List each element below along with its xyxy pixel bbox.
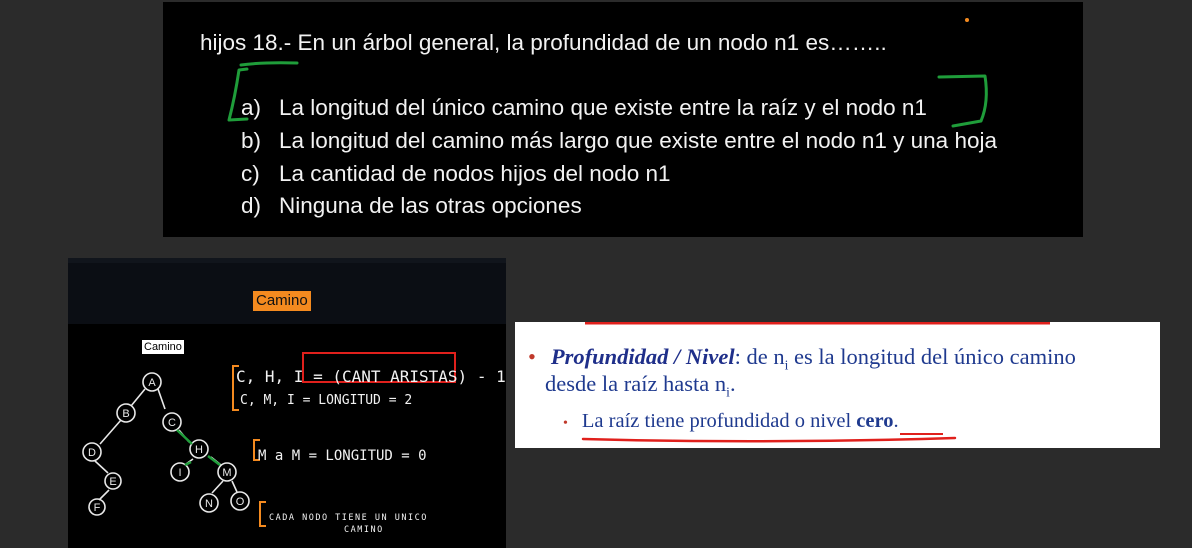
node-label: I <box>178 467 181 479</box>
camino-drawing: A B C D E F H I M N O C, H, I = (CANT AR… <box>82 352 506 535</box>
right-bracket-mark <box>937 74 988 128</box>
node-label: C <box>168 417 176 429</box>
tree-diagram <box>82 372 250 516</box>
node-label: N <box>205 498 213 510</box>
underline-mark <box>239 61 299 67</box>
handwritten-notes: C, H, I = (CANT ARISTAS) - 1 C, M, I = L… <box>236 367 506 535</box>
definition-text: de n <box>740 344 785 369</box>
note-line-5: CAMINO <box>344 525 384 535</box>
question-panel: hijos 18.- En un árbol general, la profu… <box>163 2 1083 237</box>
node-label: O <box>236 496 245 508</box>
bullet-icon: • <box>563 416 568 431</box>
note-line-3: M a M = LONGITUD = 0 <box>258 448 427 464</box>
node-label: E <box>109 476 116 488</box>
note-line-1: C, H, I = (CANT ARISTAS) - 1 <box>236 367 506 386</box>
definition-bullet-1-cont: desde la raíz hasta ni. <box>545 371 736 401</box>
definition-sub-bullet: • La raíz tiene profundidad o nivel cero. <box>563 410 899 433</box>
note-line-2: C, M, I = LONGITUD = 2 <box>240 393 412 408</box>
definition-text: . <box>893 410 899 432</box>
tree-labels: A B C D E F H I M N O <box>88 377 245 514</box>
node-label: A <box>148 377 156 389</box>
left-bracket-mark <box>227 67 249 122</box>
pointer-dot <box>965 18 969 22</box>
definition-bullet-1: • Profundidad / Nivel: de ni es la longit… <box>528 344 1076 374</box>
definition-text: desde la raíz hasta n <box>545 371 727 396</box>
definition-text: . <box>729 371 736 396</box>
underline-mark <box>581 436 957 443</box>
node-label: F <box>94 502 101 514</box>
definition-panel: • Profundidad / Nivel: de ni es la longit… <box>515 322 1160 448</box>
node-label: D <box>88 447 96 459</box>
node-label: M <box>222 467 231 479</box>
definition-text: es la longitud del único camino <box>788 344 1076 369</box>
annotation-overlay <box>227 18 988 128</box>
bullet-icon: • <box>528 344 536 369</box>
definition-text: La raíz tiene profundidad o nivel <box>581 410 857 432</box>
definition-term: Profundidad / Nivel <box>550 344 735 369</box>
node-label: H <box>195 444 203 456</box>
camino-panel: Camino Camino A B C D E F H I M N O C, H… <box>68 258 506 548</box>
node-label: B <box>122 408 129 420</box>
definition-emphasis: cero <box>856 410 894 432</box>
note-line-4: CADA NODO TIENE UN UNICO <box>269 513 428 523</box>
